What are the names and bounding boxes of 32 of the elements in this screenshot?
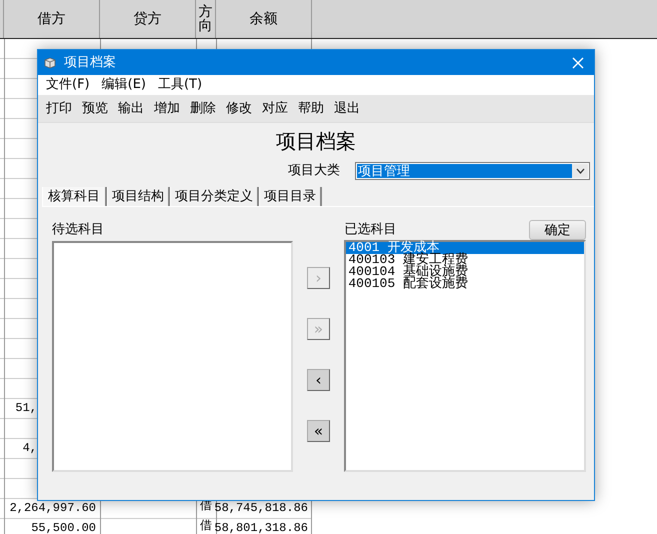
table-cell: 55,500.00 xyxy=(31,522,96,534)
list-item[interactable]: 400103 建安工程费 xyxy=(346,254,584,266)
transfer-button[interactable]: « xyxy=(306,420,330,442)
transfer-button[interactable]: ‹ xyxy=(306,369,330,391)
field-label: 项目大类 xyxy=(288,162,340,180)
table-cell: 51, xyxy=(15,402,37,414)
table-cell: 58,745,818.86 xyxy=(214,502,308,514)
menu-item[interactable]: 编辑(E) xyxy=(96,75,152,95)
list-item[interactable]: 400105 配套设施费 xyxy=(346,278,584,290)
caret-icon xyxy=(576,168,584,174)
app-icon xyxy=(44,56,56,68)
list-item[interactable]: 400104 基础设施费 xyxy=(346,266,584,278)
confirm-button[interactable]: 确定 xyxy=(528,220,586,240)
column-header: 方向 xyxy=(198,5,212,33)
menu-item[interactable]: 工具(T) xyxy=(152,75,208,95)
table-cell: 58,801,318.86 xyxy=(214,522,308,534)
table-cell: 2,264,997.60 xyxy=(10,502,96,514)
list-label: 待选科目 xyxy=(52,221,105,240)
category-dropdown[interactable]: 项目管理 xyxy=(355,162,590,180)
window-title: 项目档案 xyxy=(64,54,116,72)
column-header: 余额 xyxy=(250,10,278,28)
table-cell: 4, xyxy=(22,442,37,454)
tab[interactable]: 核算科目 xyxy=(42,187,107,206)
tab[interactable]: 项目分类定义 xyxy=(170,187,259,206)
column-header: 借方 xyxy=(38,10,66,28)
table-cell: 借 xyxy=(200,519,212,531)
tab[interactable]: 项目目录 xyxy=(259,187,322,206)
tab[interactable]: 项目结构 xyxy=(107,187,170,206)
column-header: 贷方 xyxy=(134,10,162,28)
dialog-heading: 项目档案 xyxy=(275,128,357,155)
list-label: 已选科目 xyxy=(344,221,396,240)
menu-item[interactable]: 文件(F) xyxy=(40,75,96,95)
